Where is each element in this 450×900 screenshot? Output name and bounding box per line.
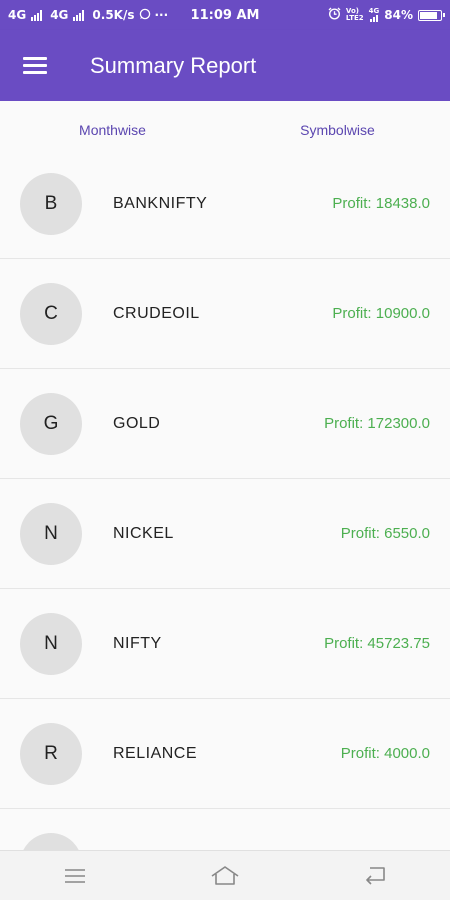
list-item[interactable]: B BANKNIFTY Profit: 18438.0 bbox=[0, 149, 450, 259]
symbol-name: NIFTY bbox=[113, 634, 162, 652]
profit-value: Profit: 45723.75 bbox=[324, 635, 430, 652]
list-item[interactable]: G GOLD Profit: 172300.0 bbox=[0, 369, 450, 479]
list-item[interactable]: C CRUDEOIL Profit: 10900.0 bbox=[0, 259, 450, 369]
profit-value: Profit: 172300.0 bbox=[324, 415, 430, 432]
avatar: B bbox=[20, 172, 82, 235]
symbol-name: BANKNIFTY bbox=[113, 194, 208, 212]
page-title: Summary Report bbox=[90, 52, 257, 78]
profit-value: Profit: 18438.0 bbox=[332, 195, 430, 212]
status-bar: 4G 4G 0.5K/s ··· 11:09 AM Vo) LTE2 4G 84… bbox=[0, 0, 450, 30]
nav-home-button[interactable] bbox=[195, 856, 255, 896]
list-item[interactable] bbox=[0, 809, 450, 850]
avatar: N bbox=[20, 502, 82, 565]
avatar bbox=[20, 832, 82, 850]
system-nav-bar bbox=[0, 850, 450, 900]
symbol-name: RELIANCE bbox=[113, 744, 198, 762]
symbol-list[interactable]: B BANKNIFTY Profit: 18438.0 C CRUDEOIL P… bbox=[0, 149, 450, 850]
menu-button[interactable] bbox=[0, 30, 70, 101]
avatar: G bbox=[20, 392, 82, 455]
status-time: 11:09 AM bbox=[190, 8, 260, 23]
nav-back-button[interactable] bbox=[345, 856, 405, 896]
list-item[interactable]: N NIFTY Profit: 45723.75 bbox=[0, 589, 450, 699]
profit-value: Profit: 6550.0 bbox=[340, 525, 430, 542]
list-item[interactable]: R RELIANCE Profit: 4000.0 bbox=[0, 699, 450, 809]
profit-value: Profit: 4000.0 bbox=[340, 745, 430, 762]
nav-back-icon bbox=[366, 866, 385, 885]
list-item[interactable]: N NICKEL Profit: 6550.0 bbox=[0, 479, 450, 589]
battery-fill bbox=[420, 11, 437, 19]
battery-icon bbox=[418, 9, 445, 21]
avatar: R bbox=[20, 722, 82, 785]
symbol-name: CRUDEOIL bbox=[113, 304, 200, 322]
hamburger-menu-icon bbox=[23, 57, 47, 74]
symbol-name: GOLD bbox=[113, 414, 161, 432]
nav-home-icon bbox=[211, 865, 239, 885]
nav-menu-icon bbox=[65, 868, 85, 883]
symbol-name: NICKEL bbox=[113, 524, 174, 542]
profit-value: Profit: 10900.0 bbox=[332, 305, 430, 322]
nav-menu-button[interactable] bbox=[45, 856, 105, 896]
avatar: C bbox=[20, 282, 82, 345]
app-bar: Summary Report bbox=[0, 30, 450, 101]
avatar: N bbox=[20, 612, 82, 675]
